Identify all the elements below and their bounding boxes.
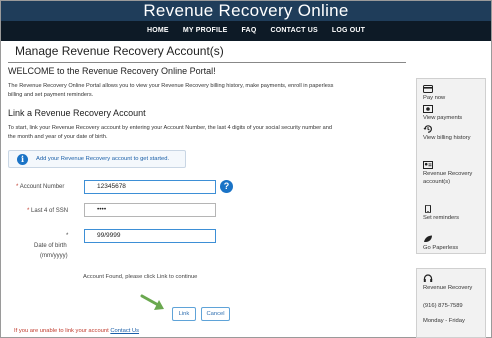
help-icon[interactable]: ? xyxy=(220,180,233,193)
green-arrow-icon xyxy=(140,294,164,310)
sidebar-item-label: View payments xyxy=(423,115,463,121)
id-card-icon xyxy=(423,161,433,169)
mobile-phone-icon xyxy=(425,205,431,213)
sidebar-item-label: Set reminders xyxy=(423,215,460,221)
nav-log-out[interactable]: LOG OUT xyxy=(332,21,365,41)
nav-contact-us[interactable]: CONTACT US xyxy=(270,21,317,41)
cancel-button[interactable]: Cancel xyxy=(201,307,230,321)
sidebar-item-billing-history[interactable]: View billing history xyxy=(423,125,483,142)
nav-home[interactable]: HOME xyxy=(147,21,169,41)
ssn-label: * Last 4 of SSN xyxy=(27,208,68,214)
dob-required-mark: * xyxy=(66,233,69,239)
info-text: Add your Revenue Recovery account to get… xyxy=(36,156,170,162)
nav-faq[interactable]: FAQ xyxy=(241,21,256,41)
welcome-description: The Revenue Recovery Online Portal allow… xyxy=(8,83,334,98)
headset-icon xyxy=(423,274,433,282)
account-number-label-text: Account Number xyxy=(19,184,65,190)
sidebar-item-pay-now[interactable]: Pay now xyxy=(423,85,483,102)
money-icon xyxy=(423,105,433,113)
sidebar-item-paperless[interactable]: Go Paperless xyxy=(423,235,483,252)
title-divider xyxy=(8,62,406,63)
credit-card-icon xyxy=(423,85,433,93)
sidebar-item-reminders[interactable]: Set reminders xyxy=(423,205,483,222)
sidebar-item-accounts[interactable]: Revenue Recovery account(s) xyxy=(423,161,483,186)
account-number-label: * Account Number xyxy=(16,184,64,190)
history-icon xyxy=(423,125,432,133)
ssn-label-text: Last 4 of SSN xyxy=(31,208,69,214)
sidebar-item-label: Go Paperless xyxy=(423,245,459,251)
account-found-message: Account Found, please click Link to cont… xyxy=(83,274,198,280)
ssn-input[interactable]: •••• xyxy=(84,203,216,217)
link-button[interactable]: Link xyxy=(172,307,196,321)
info-icon: i xyxy=(17,154,28,165)
nav-my-profile[interactable]: MY PROFILE xyxy=(183,21,228,41)
unable-to-link-label: If you are unable to link your account xyxy=(14,328,111,334)
contact-phone: (916) 875-7589 xyxy=(423,303,463,309)
sidebar-item-label: Pay now xyxy=(423,95,446,101)
required-mark: * xyxy=(27,208,30,214)
required-mark: * xyxy=(16,184,19,190)
unable-to-link-text: If you are unable to link your account C… xyxy=(14,328,139,334)
leaf-icon xyxy=(424,235,432,242)
contact-name: Revenue Recovery xyxy=(423,285,473,291)
site-title: Revenue Recovery Online xyxy=(143,1,349,20)
sidebar-item-label: Revenue Recovery account(s) xyxy=(423,171,473,185)
contact-box: Revenue Recovery (916) 875-7589 Monday -… xyxy=(416,268,486,338)
welcome-heading: WELCOME to the Revenue Recovery Online P… xyxy=(8,66,216,76)
link-account-description: To start, link your Revenue Recovery acc… xyxy=(8,125,332,140)
dob-label: Date of birth xyxy=(34,243,67,249)
sidebar-item-label: View billing history xyxy=(423,135,471,141)
header-bar: Revenue Recovery Online xyxy=(1,1,491,21)
contact-us-link[interactable]: Contact Us xyxy=(110,328,139,334)
info-banner: i Add your Revenue Recovery account to g… xyxy=(8,150,186,168)
contact-hours: Monday - Friday xyxy=(423,318,465,324)
page-title: Manage Revenue Recovery Account(s) xyxy=(15,44,224,58)
dob-format-label: (mm/yyyy) xyxy=(40,253,68,259)
dob-input[interactable]: 99/9999 xyxy=(84,229,216,243)
account-number-input[interactable]: 12345678 xyxy=(84,180,216,194)
action-sidebar: Pay now View payments View billing histo… xyxy=(416,78,486,254)
main-nav: HOME MY PROFILE FAQ CONTACT US LOG OUT xyxy=(1,21,491,41)
sidebar-item-view-payments[interactable]: View payments xyxy=(423,105,483,122)
link-account-heading: Link a Revenue Recovery Account xyxy=(8,108,146,118)
